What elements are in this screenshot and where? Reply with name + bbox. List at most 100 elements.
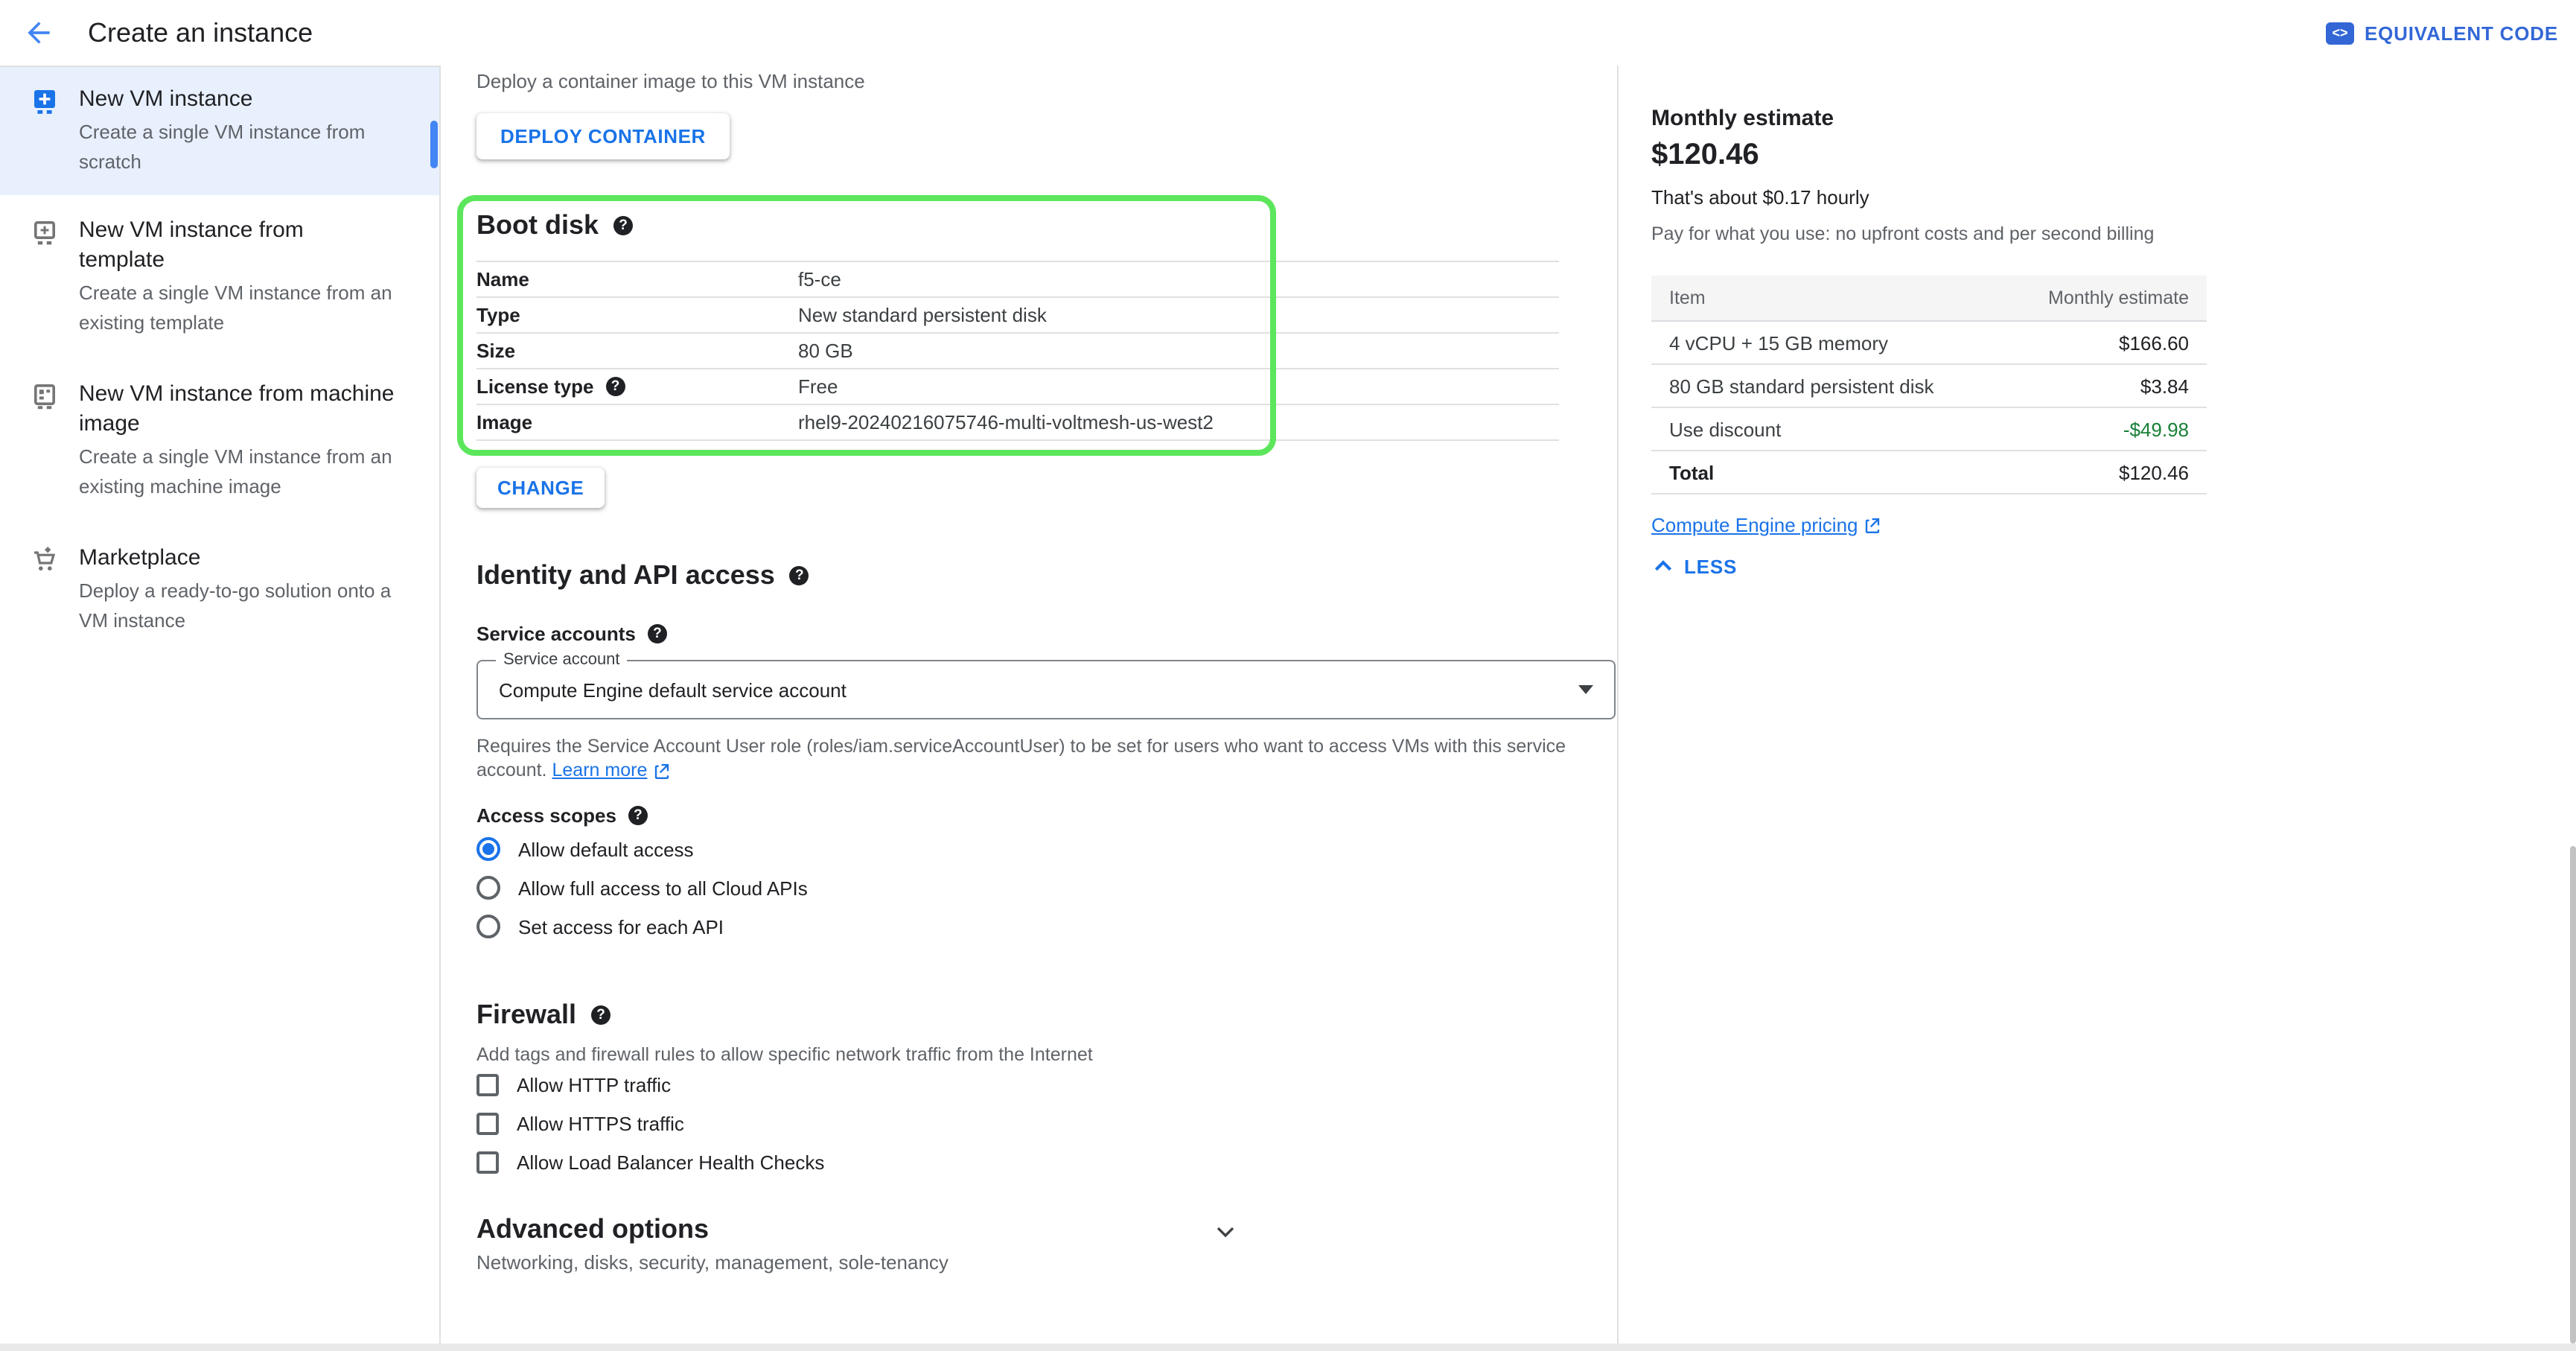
page-title: Create an instance [88,17,313,48]
app-header: Create an instance <> EQUIVALENT CODE [0,0,2576,66]
service-accounts-help-icon[interactable] [648,624,667,643]
chevron-up-icon [1651,554,1675,578]
horizontal-scrollbar[interactable] [0,1344,2576,1351]
creation-type-sidebar: New VM instance Create a single VM insta… [0,66,441,1344]
sidebar-scrollbar-thumb[interactable] [430,121,438,168]
boot-disk-row-license-type: License type Free [476,369,1559,405]
container-section-hint: Deploy a container image to this VM inst… [476,70,865,92]
boot-disk-row-size: Size 80 GB [476,334,1559,369]
radio-allow-default-access[interactable]: Allow default access [476,834,808,864]
checkbox-icon [476,1112,499,1134]
boot-disk-help-icon[interactable] [613,216,633,235]
collapse-estimate-button[interactable]: LESS [1651,554,1737,578]
helper-line-2-text: account. [476,760,547,781]
sidebar-item-desc: Create a single VM instance from scratch [79,118,365,177]
sidebar-item-text: Marketplace Deploy a ready-to-go solutio… [79,544,391,636]
estimate-row-value: $166.60 [2119,331,2189,354]
vm-plus-icon [30,86,60,116]
back-button[interactable] [21,15,57,51]
service-account-field-label: Service account [496,651,628,669]
external-link-icon [653,762,669,778]
marketplace-cart-icon [30,545,60,575]
checkbox-allow-https-traffic[interactable]: Allow HTTPS traffic [476,1108,824,1138]
sidebar-item-title: New VM instance [79,85,365,115]
sidebar-item-title: New VM instance from machine image [79,380,395,439]
identity-help-icon[interactable] [790,566,809,585]
advanced-options-subtitle: Networking, disks, security, management,… [476,1251,949,1274]
boot-disk-row-value: Free [798,375,838,398]
radio-label: Allow default access [518,838,694,860]
boot-disk-table: Name f5-ce Type New standard persistent … [476,261,1559,441]
estimate-row-item: Use discount [1669,418,1781,440]
firewall-options: Allow HTTP traffic Allow HTTPS traffic A… [476,1069,824,1186]
service-account-selected-value: Compute Engine default service account [499,678,847,701]
estimate-row-item: 80 GB standard persistent disk [1669,375,1934,397]
sidebar-item-new-vm-instance[interactable]: New VM instance Create a single VM insta… [0,67,439,195]
radio-set-access-each-api[interactable]: Set access for each API [476,912,808,941]
estimate-hourly: That's about $0.17 hourly [1651,186,1869,209]
checkbox-label: Allow HTTPS traffic [517,1112,684,1134]
estimate-row-discount: Use discount -$49.98 [1651,408,2207,451]
equivalent-code-button[interactable]: <> EQUIVALENT CODE [2323,16,2561,50]
boot-disk-row-label: Name [476,268,798,290]
radio-label: Set access for each API [518,915,724,938]
sidebar-item-new-vm-from-machine-image[interactable]: New VM instance from machine image Creat… [0,359,439,523]
checkbox-label: Allow HTTP traffic [517,1073,671,1096]
radio-icon-selected [476,837,500,861]
compute-engine-pricing-link-row: Compute Engine pricing [1651,514,1881,536]
checkbox-label: Allow Load Balancer Health Checks [517,1151,824,1173]
sidebar-item-desc: Deploy a ready-to-go solution onto a VM … [79,576,391,636]
compute-engine-pricing-link[interactable]: Compute Engine pricing [1651,514,1881,536]
radio-allow-full-access[interactable]: Allow full access to all Cloud APIs [476,873,808,903]
estimate-title: Monthly estimate [1651,106,1834,131]
sidebar-item-title: Marketplace [79,544,391,573]
estimate-row-total: Total $120.46 [1651,451,2207,495]
firewall-section-title: Firewall [476,999,610,1031]
vm-template-icon [30,217,60,247]
chevron-down-icon [1211,1217,1240,1247]
sidebar-item-new-vm-from-template[interactable]: New VM instance from template Create a s… [0,195,439,359]
estimate-col-item: Item [1669,287,1706,308]
create-instance-page: Create an instance <> EQUIVALENT CODE Ne… [0,0,2576,1351]
deploy-container-button[interactable]: DEPLOY CONTAINER [476,113,730,159]
sidebar-item-text: New VM instance from machine image Creat… [79,380,395,502]
estimate-col-monthly: Monthly estimate [2048,287,2189,308]
sidebar-item-marketplace[interactable]: Marketplace Deploy a ready-to-go solutio… [0,523,439,657]
learn-more-label: Learn more [552,758,648,782]
access-scopes-options: Allow default access Allow full access t… [476,834,808,950]
boot-disk-row-image: Image rhel9-20240216075746-multi-voltmes… [476,405,1559,441]
estimate-row-value: $3.84 [2140,375,2189,397]
boot-disk-row-label: Type [476,304,798,326]
boot-disk-row-type: Type New standard persistent disk [476,298,1559,334]
firewall-help-icon[interactable] [591,1005,610,1025]
service-account-select[interactable]: Service account Compute Engine default s… [476,660,1616,719]
back-arrow-icon [22,16,55,49]
estimate-row-disk: 80 GB standard persistent disk $3.84 [1651,365,2207,408]
code-icon: <> [2326,22,2354,44]
radio-icon [476,876,500,900]
access-scopes-label-text: Access scopes [476,804,616,827]
license-type-help-icon[interactable] [606,377,625,396]
access-scopes-help-icon[interactable] [628,806,648,825]
boot-disk-row-value: f5-ce [798,268,841,290]
learn-more-link[interactable]: Learn more [552,758,670,782]
advanced-options-expand-button[interactable] [1211,1217,1240,1251]
boot-disk-row-label: Size [476,340,798,362]
equivalent-code-label: EQUIVALENT CODE [2365,22,2558,44]
vertical-scrollbar-thumb[interactable] [2570,846,2576,1344]
estimate-total-value: $120.46 [2119,461,2189,483]
access-scopes-label: Access scopes [476,804,648,827]
firewall-hint: Add tags and firewall rules to allow spe… [476,1044,1093,1065]
boot-disk-row-value: rhel9-20240216075746-multi-voltmesh-us-w… [798,411,1214,433]
boot-disk-row-label: Image [476,411,798,433]
checkbox-allow-http-traffic[interactable]: Allow HTTP traffic [476,1069,824,1099]
checkbox-allow-lb-health-checks[interactable]: Allow Load Balancer Health Checks [476,1147,824,1177]
boot-disk-change-button[interactable]: CHANGE [476,468,605,508]
firewall-title-text: Firewall [476,999,576,1031]
estimate-table-header: Item Monthly estimate [1651,276,2207,322]
estimate-row-item: 4 vCPU + 15 GB memory [1669,331,1888,354]
estimate-amount: $120.46 [1651,139,1759,173]
external-link-icon [1864,517,1881,533]
pricing-link-label: Compute Engine pricing [1651,514,1858,536]
estimate-row-cpu-memory: 4 vCPU + 15 GB memory $166.60 [1651,322,2207,365]
